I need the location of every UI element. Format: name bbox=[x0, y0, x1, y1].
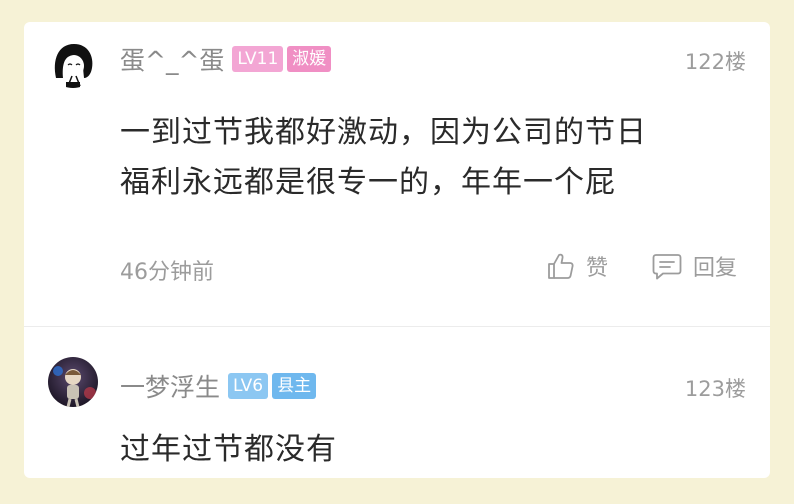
comment-list: 蛋^_^蛋 LV11 淑媛 122楼 一到过节我都好激动，因为公司的节日 福利永… bbox=[24, 22, 770, 478]
title-badge: 县主 bbox=[272, 373, 317, 399]
comment-header: 蛋^_^蛋 LV11 淑媛 bbox=[120, 42, 335, 76]
comment-text-line: 福利永远都是很专一的，年年一个屁 bbox=[120, 165, 616, 200]
reply-button[interactable]: 回复 bbox=[651, 250, 737, 282]
title-badge: 淑媛 bbox=[287, 46, 332, 72]
username[interactable]: 一梦浮生 bbox=[120, 368, 220, 404]
avatar[interactable] bbox=[48, 357, 98, 407]
thumbs-up-icon bbox=[548, 253, 574, 279]
comment-text-line: 过年过节都没有 bbox=[120, 432, 337, 467]
username[interactable]: 蛋^_^蛋 bbox=[120, 41, 224, 77]
comment-content: 过年过节都没有 bbox=[120, 425, 740, 475]
comment-text-line: 一到过节我都好激动，因为公司的节日 bbox=[120, 115, 647, 150]
level-badge: LV11 bbox=[232, 46, 284, 72]
like-label: 赞 bbox=[586, 256, 609, 281]
reply-label: 回复 bbox=[693, 256, 738, 281]
like-button[interactable]: 赞 bbox=[546, 250, 608, 282]
timestamp: 46分钟前 bbox=[120, 260, 214, 285]
comment-content: 一到过节我都好激动，因为公司的节日 福利永远都是很专一的，年年一个屁 bbox=[120, 108, 740, 208]
floor-number: 122楼 bbox=[684, 50, 746, 74]
level-badge: LV6 bbox=[228, 373, 269, 399]
comment-bubble-icon bbox=[652, 254, 682, 280]
floor-number: 123楼 bbox=[684, 377, 746, 401]
comment-item: 蛋^_^蛋 LV11 淑媛 122楼 一到过节我都好激动，因为公司的节日 福利永… bbox=[24, 22, 770, 326]
comment-header: 一梦浮生 LV6 县主 bbox=[120, 369, 320, 403]
avatar[interactable] bbox=[48, 38, 98, 88]
comment-item: 一梦浮生 LV6 县主 123楼 过年过节都没有 bbox=[24, 327, 770, 478]
